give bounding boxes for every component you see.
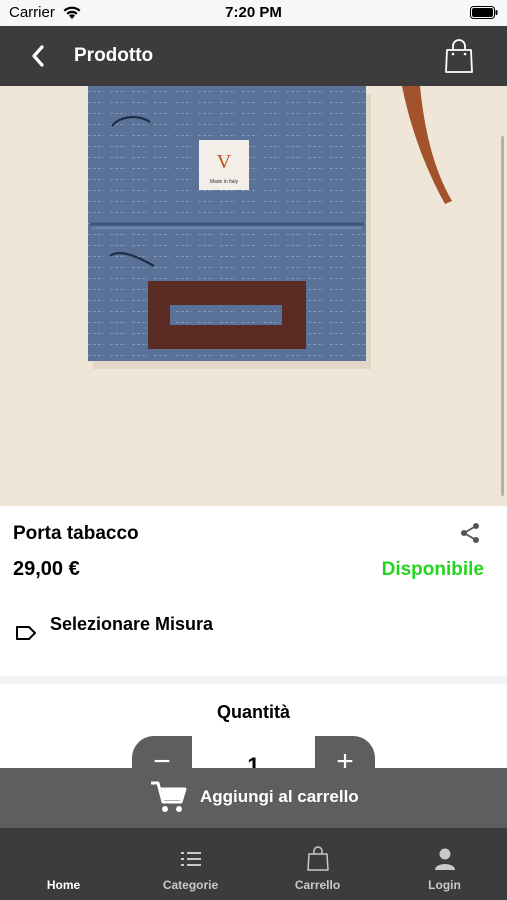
list-icon [180, 852, 201, 866]
user-icon [434, 848, 455, 870]
quantity-increase-button[interactable]: + [315, 736, 375, 768]
quantity-decrease-button[interactable]: − [132, 736, 192, 768]
share-icon[interactable] [459, 522, 481, 544]
tab-login[interactable]: Login [381, 828, 507, 900]
availability-status: Disponibile [381, 559, 484, 580]
size-selector[interactable]: Selezionare Misura [0, 606, 507, 656]
status-bar: Carrier 7:20 PM [0, 0, 507, 26]
product-info: Porta tabacco 29,00 € Disponibile Selezi… [0, 506, 507, 676]
product-name: Porta tabacco [13, 523, 139, 544]
section-divider [0, 676, 507, 684]
cart-icon [151, 781, 187, 812]
tab-categorie-label: Categorie [162, 878, 219, 892]
navigation-bar: Prodotto [0, 26, 507, 86]
size-selector-label: Selezionare Misura [50, 614, 214, 634]
tag-icon [16, 626, 36, 640]
page-title: Prodotto [74, 45, 154, 66]
status-time: 7:20 PM [225, 4, 282, 21]
tab-home[interactable]: Home [0, 828, 127, 900]
tab-home-label: Home [46, 878, 81, 892]
tab-login-label: Login [428, 878, 461, 892]
add-to-cart-button[interactable]: Aggiungi al carrello [0, 768, 507, 828]
quantity-label: Quantità [216, 702, 290, 722]
battery-icon [470, 6, 498, 19]
tab-carrello-label: Carrello [294, 878, 341, 892]
shopping-bag-icon[interactable] [444, 38, 474, 74]
product-image[interactable]: V Made in Italy [0, 86, 507, 506]
tab-bar: Home Categorie Carrello Login [0, 828, 507, 900]
quantity-section: Quantità − 1 + [0, 684, 507, 768]
chevron-left-icon[interactable] [26, 42, 50, 70]
product-price: 29,00 € [13, 558, 80, 580]
brand-logo-tagline: Made in Italy [210, 179, 239, 185]
quantity-value: 1 [247, 753, 260, 768]
tab-carrello[interactable]: Carrello [254, 828, 381, 900]
tab-categorie[interactable]: Categorie [127, 828, 254, 900]
add-to-cart-label: Aggiungi al carrello [200, 787, 359, 806]
brand-logo-letter: V [217, 151, 232, 173]
image-scroll-indicator [501, 136, 504, 496]
product-photo: V Made in Italy [88, 86, 452, 369]
bag-icon [306, 846, 329, 871]
